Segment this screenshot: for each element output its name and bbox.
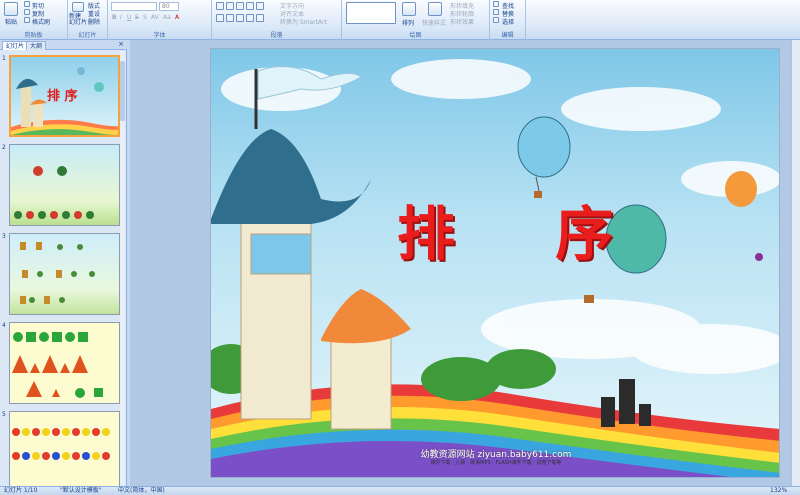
slide-thumb-preview: [9, 322, 120, 404]
spacing-button[interactable]: AV: [151, 14, 159, 21]
italic-button[interactable]: I: [120, 14, 122, 21]
slide-thumb-preview: 排 序: [9, 55, 120, 137]
align-left-icon[interactable]: [216, 14, 224, 22]
slide-thumb-preview: [9, 233, 120, 315]
delete-button[interactable]: 删除: [88, 17, 100, 26]
decrease-indent-icon[interactable]: [236, 2, 244, 10]
status-bar: 幻灯片 1/10 "默认设计模板" 中文(简体，中国) 132%: [0, 486, 800, 495]
panel-scrollbar[interactable]: [120, 51, 125, 485]
slide-number: 4: [2, 322, 6, 329]
paste-icon[interactable]: [4, 2, 18, 16]
justify-icon[interactable]: [246, 14, 254, 22]
thumb-5-art: [12, 428, 110, 460]
copy-icon[interactable]: [24, 9, 30, 15]
thumb-2-art: [14, 166, 94, 219]
panel-tabs: 幻灯片 大纲 ×: [0, 40, 127, 50]
change-case-button[interactable]: Aa: [163, 14, 171, 21]
new-slide-icon[interactable]: [72, 2, 84, 12]
format-painter-icon[interactable]: [24, 17, 30, 23]
slide-canvas[interactable]: 排 序 幼教资源网站 ziyuan.baby611.com 课件下载 · 儿歌 …: [210, 48, 780, 478]
align-right-icon[interactable]: [236, 14, 244, 22]
find-icon[interactable]: [493, 1, 499, 7]
line-spacing-icon[interactable]: [256, 2, 264, 10]
quick-styles-icon[interactable]: [428, 2, 442, 16]
slide-number: 5: [2, 411, 6, 418]
arrange-icon[interactable]: [402, 2, 416, 16]
theme-name[interactable]: "默认设计模板": [60, 487, 102, 495]
select-button[interactable]: 选择: [502, 17, 514, 26]
cut-icon[interactable]: [24, 1, 30, 7]
font-size-combo[interactable]: 80: [159, 2, 179, 11]
increase-indent-icon[interactable]: [246, 2, 254, 10]
slide-number: 2: [2, 144, 6, 151]
numbering-icon[interactable]: [226, 2, 234, 10]
underline-button[interactable]: U: [127, 14, 131, 21]
strikethrough-button[interactable]: S: [135, 14, 139, 21]
clipboard-group-label: 剪贴板: [24, 32, 43, 39]
format-painter-button[interactable]: 格式刷: [32, 17, 50, 26]
editing-canvas: 排 序 幼教资源网站 ziyuan.baby611.com 课件下载 · 儿歌 …: [130, 40, 800, 486]
tab-slides[interactable]: 幻灯片: [2, 41, 29, 50]
font-group-label: 字体: [153, 32, 166, 39]
drawing-group: 排列 快速样式 形状填充 形状轮廓 形状效果 绘图: [342, 0, 490, 40]
convert-smartart-button[interactable]: 转换为 SmartArt: [280, 17, 327, 26]
panel-close-icon[interactable]: ×: [118, 40, 124, 48]
slide-thumb-preview: [9, 411, 120, 493]
slides-group: 新建 幻灯片 版式 重设 删除 幻灯片: [68, 0, 108, 40]
tab-outline[interactable]: 大纲: [26, 41, 47, 50]
editing-group-label: 编辑: [501, 32, 514, 39]
select-icon[interactable]: [493, 17, 499, 23]
slide-title[interactable]: 排 序: [397, 187, 653, 271]
font-group: 80 B I U S S AV Aa A 字体: [108, 0, 212, 40]
bold-button[interactable]: B: [112, 14, 117, 21]
slide-count: 幻灯片 1/10: [4, 487, 38, 494]
slide-panel: 幻灯片 大纲 × 1 排 序 2 3 4 5: [0, 40, 127, 493]
slide-number: 3: [2, 233, 6, 240]
new-slide-button[interactable]: 新建 幻灯片: [69, 14, 87, 26]
slide-number: 1: [2, 55, 6, 62]
editing-group: 查找 替换 选择 编辑: [490, 0, 526, 40]
slide-thumb-preview: [9, 144, 120, 226]
slide-footer-sub: 课件下载 · 儿歌 · 故事MP3 · FLASH课件下载 · 试卷下载等: [430, 460, 562, 466]
font-color-button[interactable]: A: [175, 14, 179, 21]
zoom-level[interactable]: 132%: [770, 487, 787, 495]
language-indicator[interactable]: 中文(简体，中国): [118, 487, 165, 495]
paste-button[interactable]: 粘贴: [5, 17, 17, 26]
thumb-4-art: [12, 332, 103, 398]
paragraph-group: 文字方向 对齐文本 转换为 SmartArt 段落: [212, 0, 342, 40]
panel-scroll-thumb[interactable]: [120, 61, 125, 121]
paragraph-group-label: 段落: [270, 32, 283, 39]
font-name-combo[interactable]: [111, 2, 157, 11]
slides-group-label: 幻灯片: [78, 32, 97, 39]
canvas-scrollbar[interactable]: [791, 40, 800, 486]
ribbon: 粘贴 剪切 复制 格式刷 剪贴板 新建 幻灯片 版式 重设 删除 幻灯片 80 …: [0, 0, 800, 40]
shape-effects-button[interactable]: 形状效果: [450, 17, 474, 26]
shadow-button[interactable]: S: [143, 14, 147, 21]
align-center-icon[interactable]: [226, 14, 234, 22]
arrange-button[interactable]: 排列: [402, 18, 414, 27]
bullets-icon[interactable]: [216, 2, 224, 10]
columns-icon[interactable]: [256, 14, 264, 22]
replace-icon[interactable]: [493, 9, 499, 15]
shapes-gallery[interactable]: [346, 2, 396, 24]
quick-styles-button[interactable]: 快速样式: [422, 18, 446, 27]
clipboard-group: 粘贴 剪切 复制 格式刷 剪贴板: [0, 0, 68, 40]
drawing-group-label: 绘图: [409, 32, 422, 39]
thumb-1-title: 排 序: [47, 89, 78, 104]
thumb-3-art: [20, 242, 95, 304]
